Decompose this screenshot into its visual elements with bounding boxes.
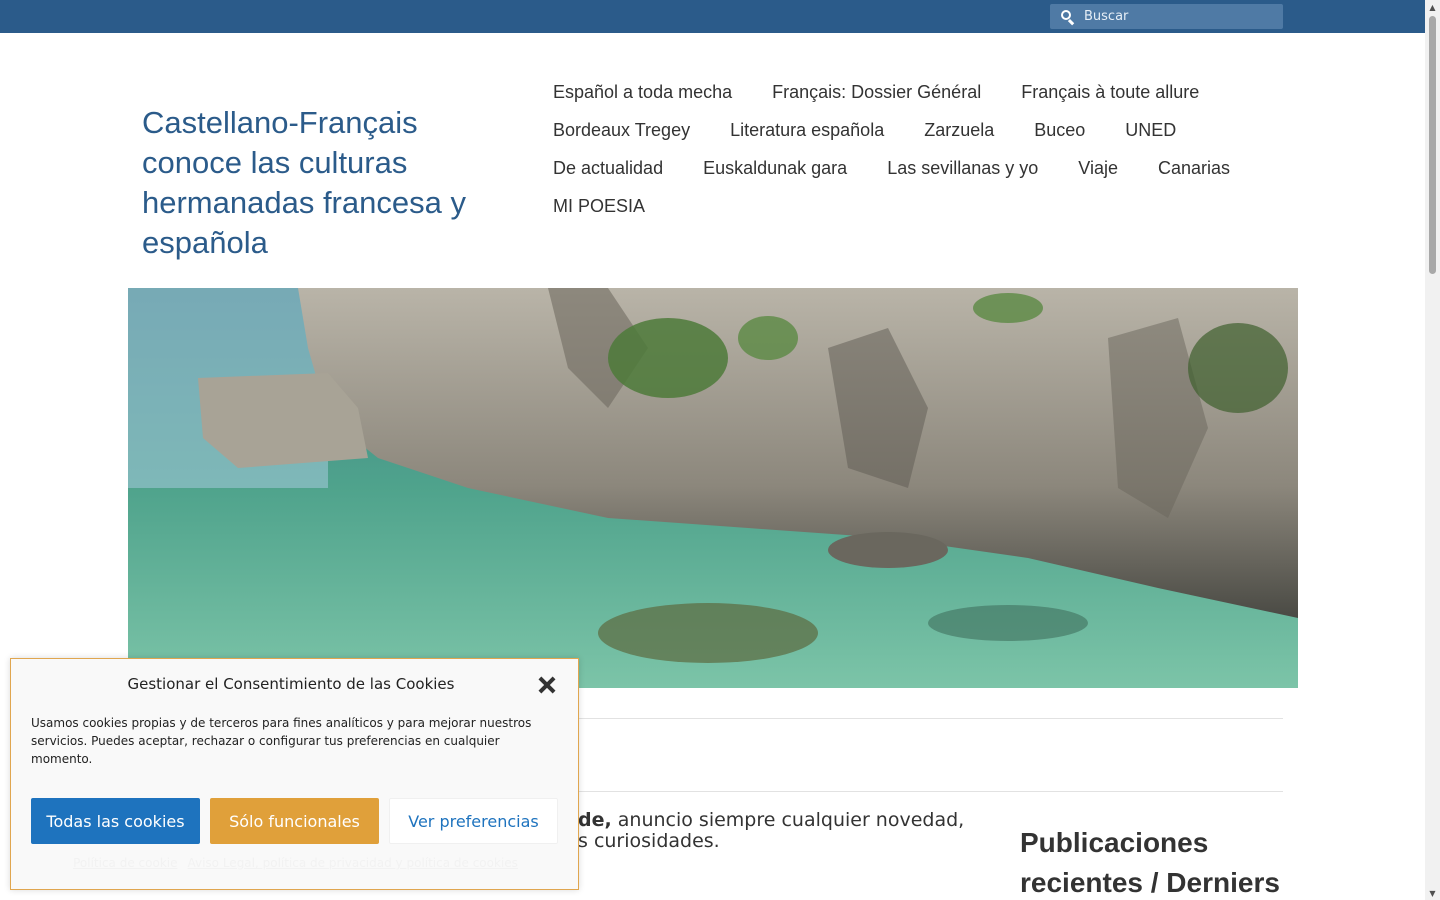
site-title[interactable]: Castellano-Français conoce las culturas … [142,103,502,263]
cookie-banner-message: Usamos cookies propias y de terceros par… [31,716,532,766]
search-input[interactable] [1084,9,1274,24]
nav-item-francais-dossier-general[interactable]: Français: Dossier Général [772,73,981,111]
top-bar [0,0,1425,33]
search-box[interactable] [1050,4,1283,29]
nav-item-zarzuela[interactable]: Zarzuela [924,111,994,149]
coastal-rocks-image [128,288,1298,688]
nav-item-euskaldunak-gara[interactable]: Euskaldunak gara [703,149,847,187]
recent-posts-heading: Publicaciones recientes / Derniers [1020,827,1280,898]
header-image [128,288,1298,688]
nav-item-buceo[interactable]: Buceo [1034,111,1085,149]
cookie-consent-banner: Gestionar el Consentimiento de las Cooki… [10,658,579,890]
post-excerpt-bold: de, [578,809,612,831]
nav-item-uned[interactable]: UNED [1125,111,1176,149]
scroll-thumb[interactable] [1429,16,1436,274]
main-nav: Español a toda mecha Français: Dossier G… [553,73,1283,225]
cookie-policy-link[interactable]: Política de cookie [73,856,177,870]
nav-item-bordeaux-tregey[interactable]: Bordeaux Tregey [553,111,690,149]
nav-item-canarias[interactable]: Canarias [1158,149,1230,187]
nav-item-espanol-a-toda-mecha[interactable]: Español a toda mecha [553,73,732,111]
close-icon[interactable] [538,676,556,694]
nav-item-de-actualidad[interactable]: De actualidad [553,149,663,187]
nav-item-viaje[interactable]: Viaje [1078,149,1118,187]
post-excerpt-line1: anuncio siempre cualquier novedad, [611,809,965,831]
post-excerpt-line2: s curiosidades. [578,830,720,852]
functional-only-button[interactable]: Sólo funcionales [210,798,379,844]
cookie-policy-links: Política de cookie Aviso Legal, política… [11,856,580,870]
accept-all-cookies-button[interactable]: Todas las cookies [31,798,200,844]
nav-item-mi-poesia[interactable]: MI POESIA [553,187,645,225]
nav-item-las-sevillanas-y-yo[interactable]: Las sevillanas y yo [887,149,1038,187]
post-excerpt: de, anuncio siempre cualquier novedad, s… [578,810,978,852]
scroll-down-arrow-icon[interactable]: ▼ [1425,886,1440,900]
page-scrollbar[interactable]: ▲ ▼ [1425,0,1440,900]
section-divider [578,791,1283,792]
nav-item-literatura-espanola[interactable]: Literatura española [730,111,884,149]
cookie-banner-title: Gestionar el Consentimiento de las Cooki… [127,675,455,693]
view-preferences-button[interactable]: Ver preferencias [389,798,558,844]
section-divider [578,718,1283,719]
search-icon[interactable] [1060,9,1076,25]
scroll-up-arrow-icon[interactable]: ▲ [1425,0,1440,14]
nav-item-francais-a-toute-allure[interactable]: Français à toute allure [1021,73,1199,111]
legal-notice-link[interactable]: Aviso Legal, política de privacidad y po… [187,856,517,870]
